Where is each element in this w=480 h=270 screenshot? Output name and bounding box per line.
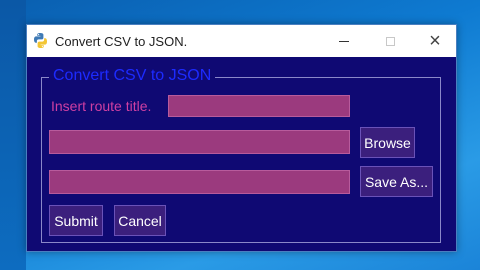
source-file-input[interactable] [49, 130, 350, 154]
close-icon: × [429, 29, 441, 52]
desktop-background [0, 0, 26, 270]
title-bar[interactable]: Convert CSV to JSON. × [27, 25, 456, 57]
app-window: Convert CSV to JSON. × Convert CSV to JS… [26, 24, 457, 252]
frame-legend: Convert CSV to JSON [49, 67, 216, 85]
destination-file-input[interactable] [49, 170, 350, 194]
submit-button[interactable]: Submit [49, 205, 103, 236]
maximize-button[interactable] [367, 25, 413, 57]
minimize-icon [339, 40, 349, 42]
minimize-button[interactable] [321, 25, 367, 57]
close-button[interactable]: × [412, 25, 458, 57]
python-icon [34, 33, 47, 48]
save-as-button[interactable]: Save As... [360, 166, 433, 197]
route-title-label: Insert route title. [51, 98, 152, 114]
cancel-button[interactable]: Cancel [114, 205, 166, 236]
window-title: Convert CSV to JSON. [55, 34, 188, 49]
browse-button[interactable]: Browse [360, 127, 415, 158]
route-title-input[interactable] [168, 95, 350, 117]
maximize-icon [385, 36, 395, 46]
